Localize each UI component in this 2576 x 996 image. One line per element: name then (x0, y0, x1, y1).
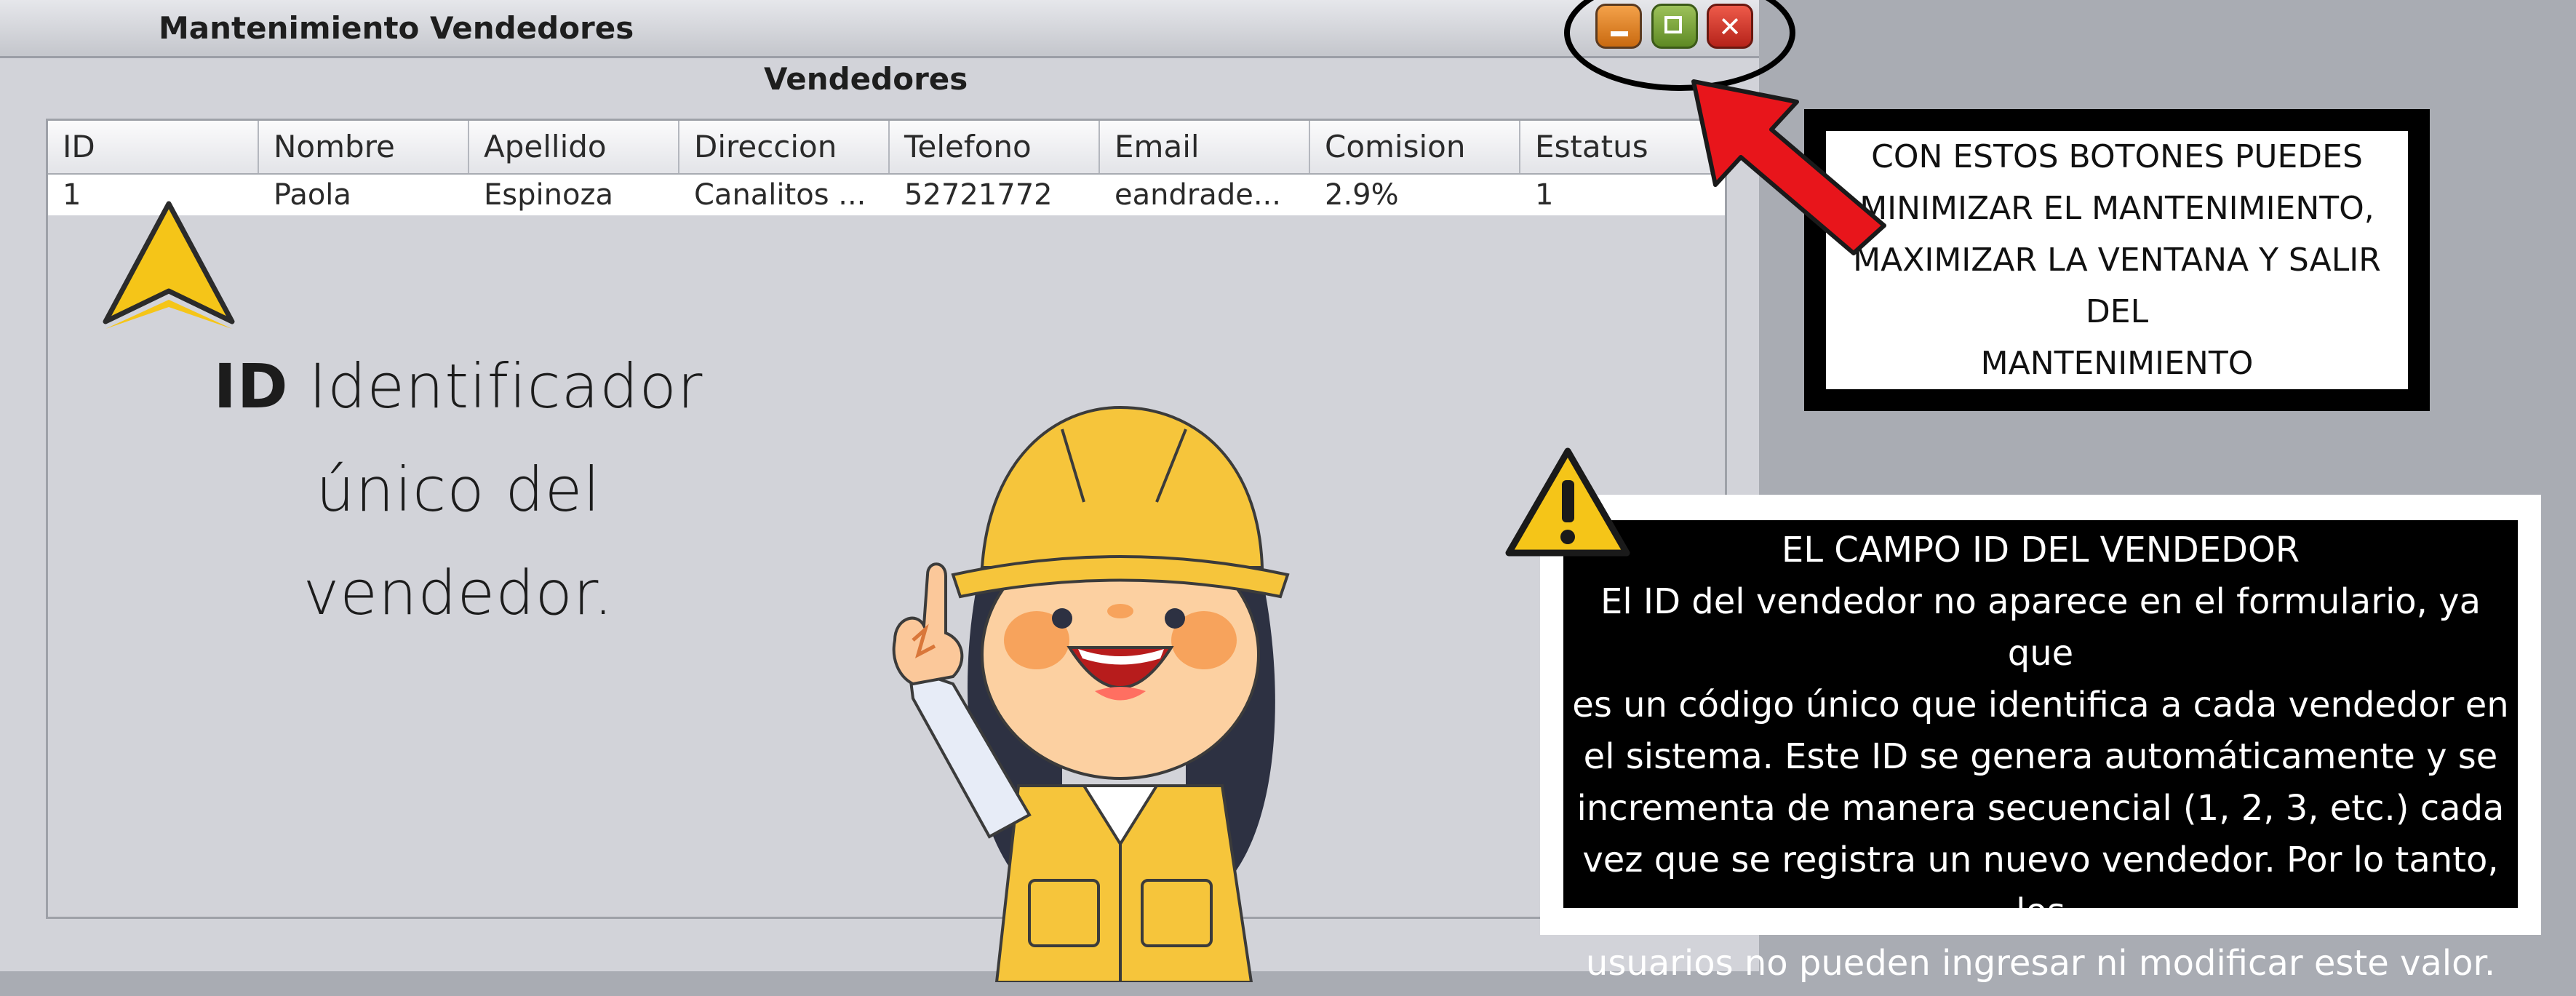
cell-telefono: 52721772 (904, 178, 1053, 212)
warning-icon (1505, 447, 1630, 557)
column-header-id[interactable]: ID (48, 121, 259, 173)
id-description-line1: Identificador único del (308, 351, 703, 525)
cell-direccion: Canalitos ... (694, 178, 866, 212)
table-header: ID Nombre Apellido Direccion Telefono Em… (48, 121, 1725, 175)
info-line: incrementa de manera secuencial (1, 2, 3… (1576, 788, 2505, 829)
column-header-email[interactable]: Email (1100, 121, 1310, 173)
cell-comision: 2.9% (1325, 178, 1399, 212)
callout-line: MANTENIMIENTO (1980, 345, 2254, 382)
callout-line: CON ESTOS BOTONES PUEDES (1871, 138, 2363, 175)
id-info-box: EL CAMPO ID DEL VENDEDOR El ID del vende… (1540, 495, 2541, 984)
red-arrow-icon (1691, 79, 1886, 255)
id-description: ID Identificador único del vendedor. (131, 335, 786, 645)
info-line: El ID del vendedor no aparece en el form… (1600, 581, 2481, 674)
column-header-nombre[interactable]: Nombre (259, 121, 469, 173)
column-header-direccion[interactable]: Direccion (679, 121, 890, 173)
cell-email: eandrade... (1114, 178, 1281, 212)
title-bar[interactable]: Mantenimiento Vendedores ✕ (0, 0, 1759, 58)
info-line: vez que se registra un nuevo vendedor. P… (1582, 840, 2499, 932)
cell-apellido: Espinoza (484, 178, 613, 212)
callout-line: MINIMIZAR EL MANTENIMIENTO, (1859, 190, 2374, 227)
callout-line: MAXIMIZAR LA VENTANA Y SALIR DEL (1853, 242, 2381, 330)
info-line: el sistema. Este ID se genera automática… (1583, 736, 2498, 777)
info-title: EL CAMPO ID DEL VENDEDOR (1781, 530, 2300, 570)
id-label: ID (213, 351, 289, 422)
info-line: es un código único que identifica a cada… (1572, 685, 2509, 725)
engineer-character-illustration (892, 405, 1290, 982)
buttons-callout-text: CON ESTOS BOTONES PUEDES MINIMIZAR EL MA… (1826, 131, 2408, 389)
up-arrow-icon (103, 201, 235, 329)
table-caption: Vendedores (764, 61, 968, 97)
column-header-apellido[interactable]: Apellido (469, 121, 679, 173)
column-header-telefono[interactable]: Telefono (890, 121, 1100, 173)
cell-nombre: Paola (274, 178, 351, 212)
window-title: Mantenimiento Vendedores (159, 10, 634, 46)
id-info-content: EL CAMPO ID DEL VENDEDOR El ID del vende… (1563, 520, 2518, 984)
id-description-line2: vendedor. (303, 557, 614, 629)
table-row[interactable]: 1 Paola Espinoza Canalitos ... 52721772 … (48, 175, 1725, 215)
info-line: usuarios no pueden ingresar ni modificar… (1585, 943, 2496, 984)
column-header-comision[interactable]: Comision (1310, 121, 1520, 173)
